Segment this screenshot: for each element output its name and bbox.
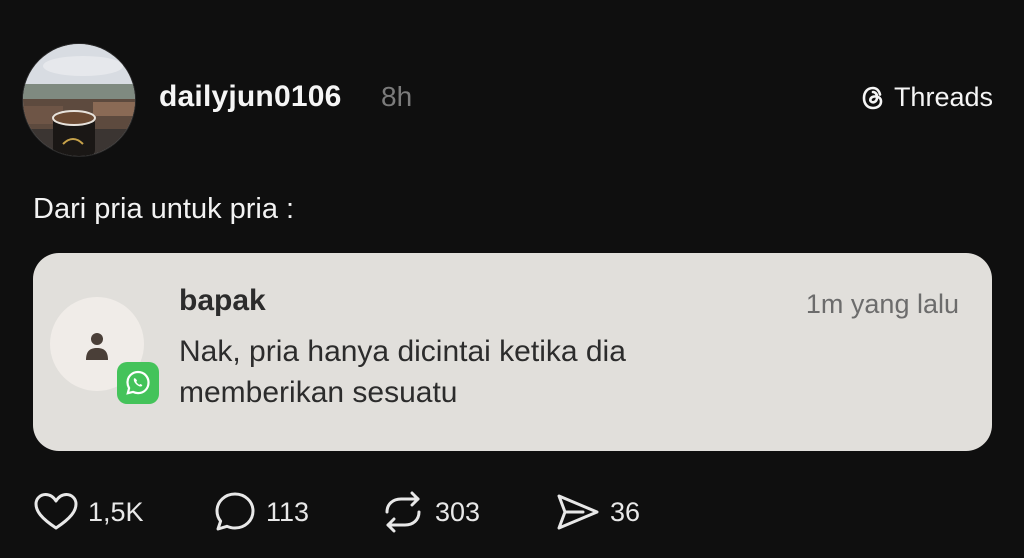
threads-logo-icon bbox=[858, 83, 888, 113]
like-button[interactable]: 1,5K bbox=[33, 492, 144, 532]
post-caption: Dari pria untuk pria : bbox=[33, 193, 295, 225]
heart-icon bbox=[33, 492, 79, 532]
reply-count: 113 bbox=[266, 496, 310, 527]
share-count: 36 bbox=[610, 496, 641, 527]
notification-message-line2: memberikan sesuatu bbox=[179, 376, 458, 409]
threads-post: dailyjun0106 8h Threads Dari pria untuk … bbox=[0, 0, 1024, 558]
share-button[interactable]: 36 bbox=[555, 492, 640, 532]
like-count: 1,5K bbox=[88, 496, 144, 527]
notification-sender: bapak bbox=[179, 284, 266, 317]
repost-button[interactable]: 303 bbox=[380, 491, 481, 533]
reply-button[interactable]: 113 bbox=[213, 492, 309, 532]
notification-message-line1: Nak, pria hanya dicintai ketika dia bbox=[179, 335, 626, 368]
post-time: 8h bbox=[381, 81, 413, 112]
threads-brand[interactable]: Threads bbox=[858, 82, 993, 113]
notification-card: bapak 1m yang lalu Nak, pria hanya dicin… bbox=[33, 253, 992, 451]
notification-message: Nak, pria hanya dicintai ketika dia memb… bbox=[179, 331, 626, 413]
threads-label: Threads bbox=[893, 82, 993, 112]
comment-icon bbox=[213, 491, 257, 533]
whatsapp-icon bbox=[117, 362, 159, 404]
person-icon bbox=[84, 330, 110, 367]
notification-time: 1m yang lalu bbox=[805, 289, 959, 319]
send-icon bbox=[555, 492, 601, 532]
profile-avatar[interactable] bbox=[22, 43, 136, 157]
repost-icon bbox=[380, 491, 426, 533]
username[interactable]: dailyjun0106 bbox=[159, 80, 342, 114]
repost-count: 303 bbox=[435, 496, 481, 527]
